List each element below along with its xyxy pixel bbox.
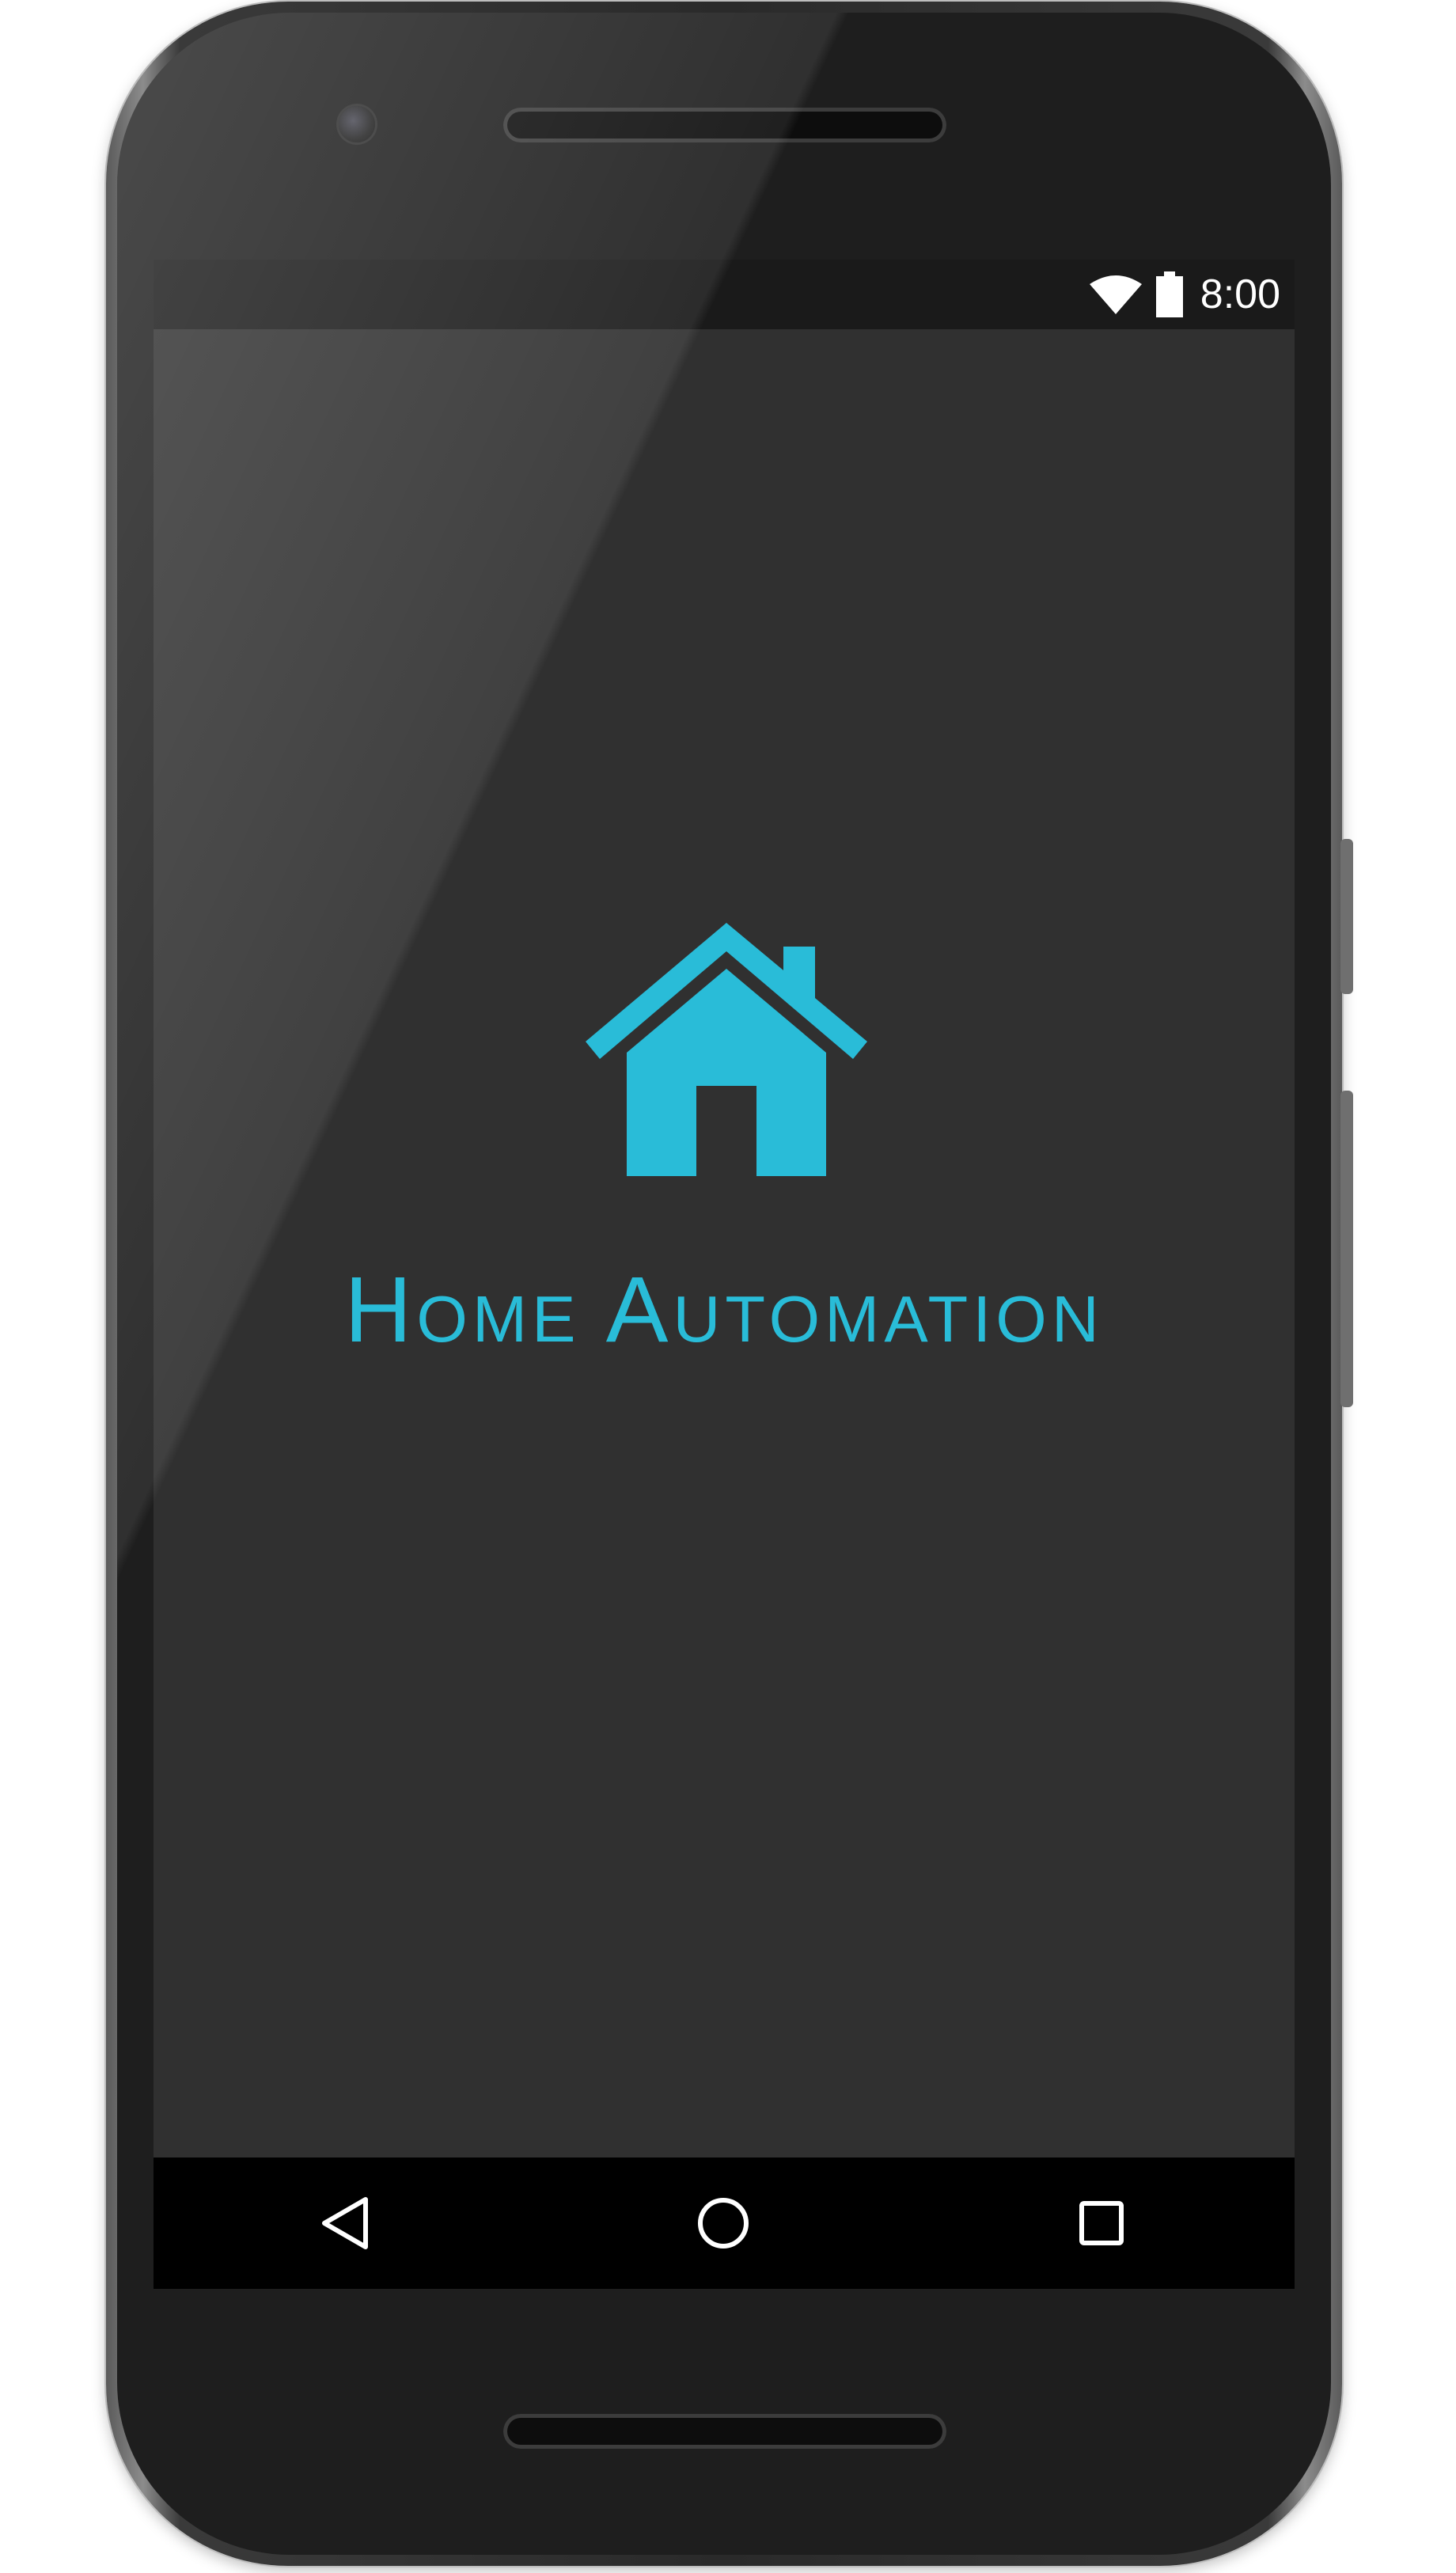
navigation-bar: [154, 2157, 1295, 2289]
front-camera: [339, 106, 375, 142]
app-title: Home Automation: [344, 1258, 1104, 1362]
screen: 8:00 Home Automation: [154, 260, 1295, 2289]
bottom-speaker: [503, 2414, 946, 2449]
recents-button[interactable]: [1062, 2184, 1141, 2263]
back-button[interactable]: [305, 2184, 385, 2263]
home-button[interactable]: [684, 2184, 763, 2263]
house-icon: [586, 923, 867, 1176]
status-bar: 8:00: [154, 260, 1295, 329]
splash-content: Home Automation: [154, 329, 1295, 2157]
wifi-icon: [1089, 275, 1142, 314]
home-circle-icon: [698, 2198, 749, 2249]
recents-square-icon: [1079, 2201, 1124, 2245]
top-speaker: [503, 108, 946, 142]
status-icons: 8:00: [1088, 271, 1280, 318]
back-icon: [322, 2197, 368, 2249]
battery-icon: [1155, 271, 1183, 317]
status-time: 8:00: [1200, 271, 1280, 317]
power-button: [1340, 839, 1353, 994]
volume-button: [1340, 1091, 1353, 1407]
